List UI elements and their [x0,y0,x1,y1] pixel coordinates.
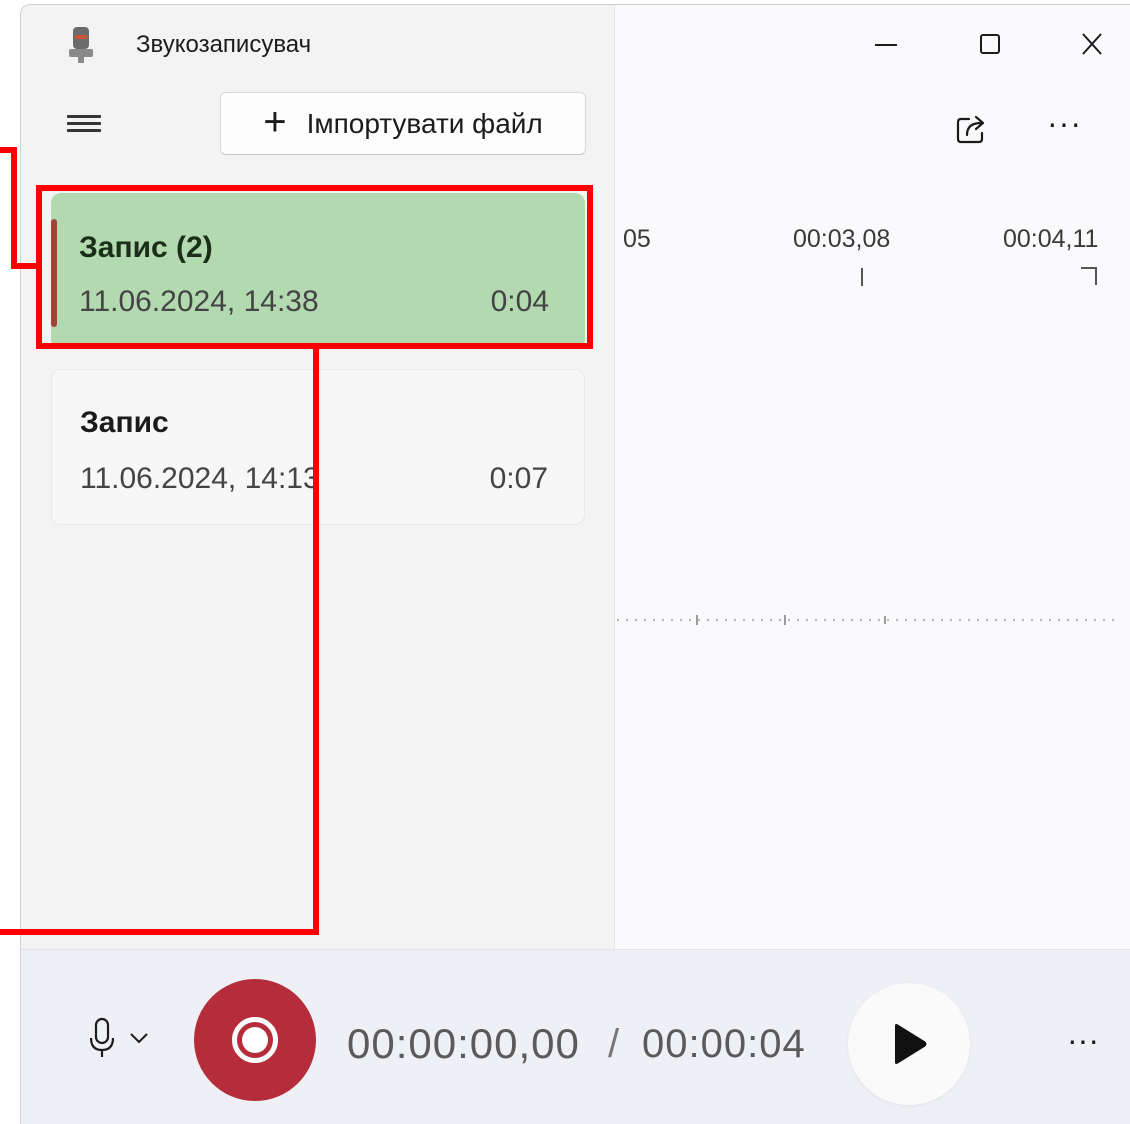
recording-duration: 0:07 [489,462,548,495]
import-file-label: Імпортувати файл [306,107,543,139]
total-time: 00:00:04 [642,1022,806,1066]
timeline-tick-label: 00:03,08 [793,225,891,253]
record-button[interactable] [194,979,316,1101]
waveform-baseline [617,615,1115,625]
recording-duration: 0:04 [490,285,549,318]
app-title: Звукозаписувач [136,31,312,58]
recording-name: Запис [80,406,169,439]
recording-date: 11.06.2024, 14:13 [80,462,320,495]
recordings-sidebar: Звукозаписувач + Імпортувати файл Запис … [21,5,615,949]
more-options-icon[interactable]: ··· [1067,1022,1099,1059]
more-options-icon[interactable]: ··· [1047,105,1082,142]
playback-panel: ··· 05 00:03,08 00:04,11 [615,5,1130,949]
selection-indicator [51,219,57,327]
recording-item[interactable]: Запис 11.06.2024, 14:13 0:07 [51,369,585,525]
transport-bar: 00:00:00,00 / 00:00:04 ··· [21,949,1130,1124]
record-icon [232,1017,278,1063]
recording-date: 11.06.2024, 14:38 [79,285,319,318]
play-button[interactable] [848,983,970,1105]
import-file-button[interactable]: + Імпортувати файл [220,92,586,155]
hamburger-menu-icon[interactable] [67,111,101,139]
timeline-end-marker [1081,267,1097,285]
minimize-icon[interactable] [861,25,911,65]
timeline-tick-label: 00:04,11 [1003,225,1099,253]
recording-item-selected[interactable]: Запис (2) 11.06.2024, 14:38 0:04 [51,193,585,349]
chevron-down-icon [130,1033,148,1044]
play-icon [895,1024,927,1064]
current-time: 00:00:00,00 [347,1020,580,1067]
microphone-selector[interactable] [87,1012,167,1064]
voice-recorder-window: Звукозаписувач + Імпортувати файл Запис … [20,4,1130,1124]
plus-icon: + [263,99,287,144]
time-separator: / [608,1022,620,1066]
microphone-icon [89,1017,115,1057]
recording-name: Запис (2) [79,231,213,264]
timeline-tick-mark [861,268,863,286]
close-icon[interactable] [1067,25,1117,65]
share-icon[interactable] [955,111,989,145]
microphone-app-icon [69,27,93,63]
timeline-tick-label: 05 [623,225,651,253]
maximize-icon[interactable] [965,25,1015,65]
